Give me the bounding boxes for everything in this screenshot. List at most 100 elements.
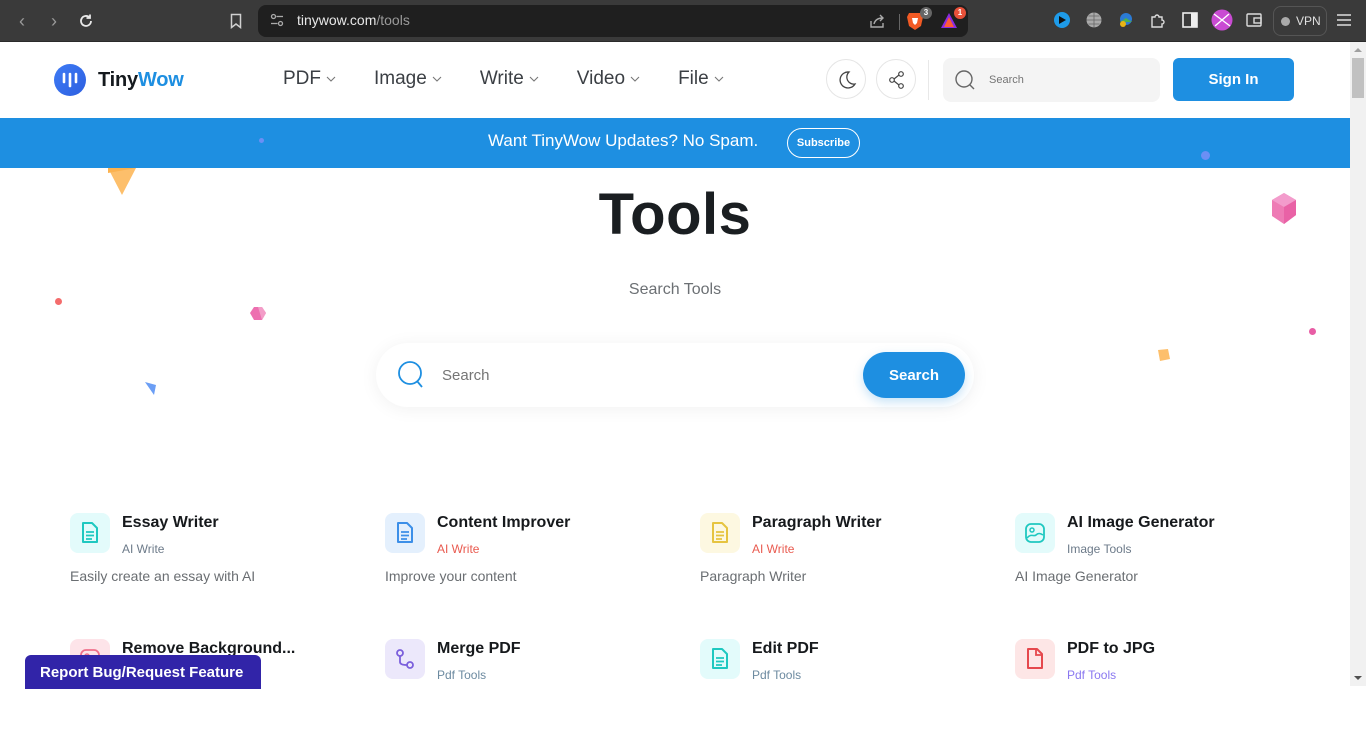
bookmark-icon: [230, 13, 242, 30]
tool-name: Paragraph Writer: [752, 514, 882, 531]
search-icon: [955, 70, 975, 90]
scrollbar-thumb[interactable]: [1352, 58, 1364, 98]
decor-dot: [259, 138, 264, 143]
chevron-down-icon: [529, 76, 539, 82]
reload-button[interactable]: [74, 9, 98, 33]
tool-name: Edit PDF: [752, 640, 819, 657]
extension-idm-button[interactable]: [1117, 11, 1137, 31]
brave-rewards-button[interactable]: 1: [940, 7, 966, 31]
header-search[interactable]: [943, 58, 1160, 102]
tool-name: PDF to JPG: [1067, 640, 1156, 657]
tool-description: Paragraph Writer: [700, 568, 807, 584]
search-icon: [398, 361, 423, 388]
tool-card[interactable]: Edit PDF Pdf Tools: [700, 639, 1000, 729]
tool-name: Merge PDF: [437, 640, 521, 657]
sidebar-icon: [1182, 12, 1198, 28]
tool-card[interactable]: Paragraph Writer AI Write Paragraph Writer: [700, 513, 1000, 603]
puzzle-icon: [1151, 14, 1165, 28]
share-nodes-icon: [889, 71, 904, 89]
tool-category: AI Write: [437, 542, 480, 556]
tool-card[interactable]: Content Improver AI Write Improve your con…: [385, 513, 685, 603]
decor-dot: [1309, 328, 1316, 335]
page-title: Tools: [598, 182, 752, 247]
back-button[interactable]: ‹: [10, 9, 34, 33]
tools-search-bar: Search: [376, 343, 974, 407]
scroll-up-arrow[interactable]: [1354, 48, 1362, 52]
chevron-down-icon: [326, 76, 336, 82]
sidebar-toggle-button[interactable]: [1181, 11, 1201, 31]
header-search-input[interactable]: [989, 70, 1139, 90]
nav-file[interactable]: File: [678, 68, 724, 90]
scroll-down-arrow[interactable]: [1354, 676, 1362, 680]
extension-globe-button[interactable]: [1085, 11, 1105, 31]
site-header: TinyWow PDF Image Write Video File Sign …: [0, 42, 1350, 118]
tool-name: AI Image Generator: [1067, 514, 1215, 531]
wallet-button[interactable]: [1245, 11, 1265, 31]
main-menu-icon[interactable]: [1336, 13, 1352, 27]
nav-pdf[interactable]: PDF: [283, 68, 336, 90]
subscribe-button[interactable]: Subscribe: [787, 128, 860, 158]
dark-mode-toggle[interactable]: [826, 59, 866, 99]
decor-dot: [55, 298, 62, 305]
tool-category: AI Write: [752, 542, 795, 556]
page-scrollbar[interactable]: [1350, 42, 1366, 686]
share-icon[interactable]: [868, 12, 886, 30]
wallet-icon: [1246, 13, 1262, 27]
tool-card[interactable]: Merge PDF Pdf Tools: [385, 639, 685, 729]
nav-image[interactable]: Image: [374, 68, 442, 90]
tools-search-button[interactable]: Search: [863, 352, 965, 398]
page-subtitle: Search Tools: [628, 281, 722, 298]
tool-name: Content Improver: [437, 514, 571, 531]
logo-text: TinyWow: [98, 68, 184, 91]
forward-button[interactable]: ›: [42, 9, 66, 33]
tool-description: Improve your content: [385, 568, 517, 584]
nav-write[interactable]: Write: [480, 68, 539, 90]
tool-icon-tile: [700, 639, 740, 679]
tool-name: Essay Writer: [122, 514, 219, 531]
address-bar[interactable]: tinywow.com/tools 3 1: [258, 5, 968, 37]
site-settings-icon[interactable]: [270, 13, 284, 27]
tool-category: Pdf Tools: [1067, 668, 1117, 682]
tool-icon-tile: [70, 513, 110, 553]
decor-triangle: [145, 382, 156, 395]
profile-avatar[interactable]: [1211, 9, 1233, 31]
tool-card[interactable]: Essay Writer AI Write Easily create an ess…: [70, 513, 370, 603]
tools-search-input[interactable]: [442, 363, 822, 387]
tool-icon-tile: [1015, 513, 1055, 553]
moon-icon: [839, 71, 857, 89]
share-button[interactable]: [876, 59, 916, 99]
bookmark-button[interactable]: [224, 9, 248, 33]
tool-description: AI Image Generator: [1015, 568, 1138, 584]
extensions-button[interactable]: [1149, 11, 1169, 31]
tool-card[interactable]: AI Image Generator Image Tools AI Image Ge…: [1015, 513, 1315, 603]
profile-icon: [1211, 9, 1233, 31]
logo-mark-icon: [54, 64, 86, 96]
vpn-button[interactable]: VPN: [1273, 6, 1327, 36]
decor-square: [1158, 349, 1170, 361]
vpn-status-icon: [1281, 17, 1290, 26]
url-text: tinywow.com/tools: [297, 12, 410, 28]
report-bug-button[interactable]: Report Bug/Request Feature: [25, 655, 261, 689]
banner-message: Want TinyWow Updates? No Spam.: [488, 131, 759, 150]
sign-in-button[interactable]: Sign In: [1173, 58, 1294, 101]
tool-category: AI Write: [122, 542, 165, 556]
tool-icon-tile: [385, 513, 425, 553]
shields-count-badge: 3: [920, 7, 932, 19]
chevron-down-icon: [630, 76, 640, 82]
nav-video[interactable]: Video: [577, 68, 640, 90]
reload-icon: [80, 14, 92, 27]
tool-card[interactable]: PDF to JPG Pdf Tools: [1015, 639, 1315, 729]
download-manager-icon: [1120, 13, 1132, 27]
globe-icon: [1086, 12, 1102, 28]
tool-category: Pdf Tools: [437, 668, 487, 682]
divider: [899, 14, 900, 30]
brave-shields-button[interactable]: 3: [906, 7, 932, 31]
newsletter-banner: Want TinyWow Updates? No Spam. Subscribe: [0, 118, 1350, 168]
extension-media-button[interactable]: [1053, 11, 1073, 31]
tool-icon-tile: [700, 513, 740, 553]
tool-category: Pdf Tools: [752, 668, 802, 682]
rewards-count-badge: 1: [954, 7, 966, 19]
tinywow-logo[interactable]: TinyWow: [54, 64, 184, 96]
play-extension-icon: [1054, 12, 1070, 28]
chevron-down-icon: [432, 76, 442, 82]
